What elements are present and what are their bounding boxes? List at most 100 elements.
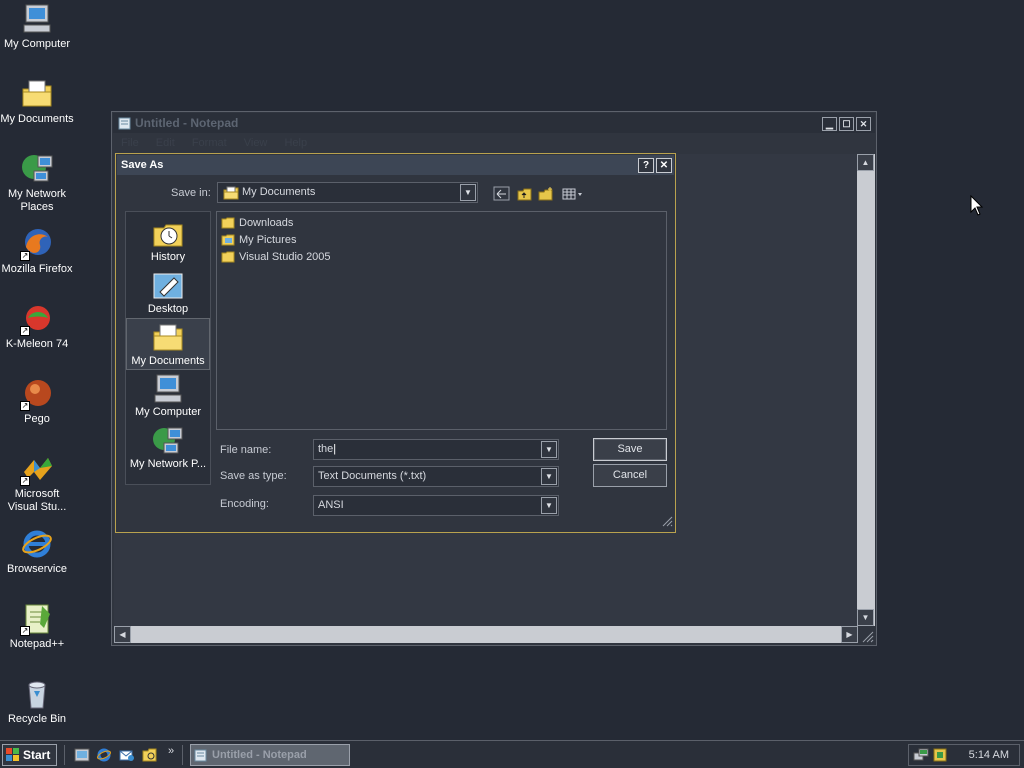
computer-icon [20, 2, 54, 36]
desktop-icon-network-places[interactable]: My Network Places [0, 152, 74, 214]
mouse-cursor-icon [970, 194, 984, 220]
save-button[interactable]: Save [593, 438, 667, 461]
place-label: My Computer [134, 406, 202, 418]
menu-help[interactable]: Help [284, 137, 307, 149]
up-folder-icon[interactable] [516, 186, 534, 202]
dialog-title: Save As [121, 159, 164, 171]
vertical-scrollbar[interactable]: ▲ ▼ [857, 154, 875, 626]
menu-format[interactable]: Format [192, 137, 227, 149]
save-in-dropdown[interactable]: My Documents ▼ [217, 182, 478, 203]
list-item[interactable]: My Pictures [221, 232, 296, 248]
taskbar-button-notepad[interactable]: Untitled - Notepad [190, 744, 350, 766]
save-as-type-label: Save as type: [220, 470, 287, 482]
notepad-titlebar[interactable]: Untitled - Notepad ▁ ☐ ✕ [113, 113, 875, 133]
desktop-icon-my-documents[interactable]: My Documents [0, 77, 74, 126]
save-as-type-dropdown[interactable]: Text Documents (*.txt) ▼ [313, 466, 559, 487]
desktop-icon-firefox[interactable]: ↗ Mozilla Firefox [0, 227, 74, 276]
file-name-value: the [318, 443, 334, 455]
scroll-down-icon[interactable]: ▼ [857, 609, 874, 626]
place-label: My Documents [131, 355, 205, 367]
desktop-icon-recycle-bin[interactable]: Recycle Bin [0, 677, 74, 726]
resize-grip-icon[interactable] [661, 515, 673, 530]
documents-folder-icon [20, 77, 54, 111]
scroll-right-icon[interactable]: ▶ [841, 626, 858, 643]
show-desktop-icon[interactable] [74, 747, 90, 763]
menu-view[interactable]: View [244, 137, 268, 149]
clock[interactable]: 5:14 AM [969, 745, 1009, 765]
documents-folder-icon [223, 186, 239, 207]
place-my-documents[interactable]: My Documents [126, 318, 210, 370]
place-my-computer[interactable]: My Computer [126, 370, 210, 422]
desktop-icon-label: Recycle Bin [7, 713, 67, 725]
file-name-field[interactable]: the| ▼ [313, 439, 559, 460]
menu-edit[interactable]: Edit [156, 137, 175, 149]
outlook-express-icon[interactable] [119, 747, 135, 763]
notepad-icon [118, 116, 132, 130]
desktop-icon-pego[interactable]: ↗ Pego [0, 377, 74, 426]
place-history[interactable]: History [126, 215, 210, 267]
chevron-down-icon[interactable]: ▼ [541, 441, 557, 458]
desktop-icon-label: My Computer [3, 38, 71, 50]
desktop-icon-browservice[interactable]: Browservice [0, 527, 74, 576]
file-name: Downloads [239, 217, 294, 229]
place-label: History [150, 251, 186, 263]
shortcut-arrow-icon: ↗ [20, 401, 30, 411]
documents-folder-icon [152, 322, 184, 354]
back-icon[interactable] [493, 186, 511, 202]
pego-icon: ↗ [20, 377, 54, 411]
desktop-icon-label: My Documents [0, 113, 74, 125]
chevron-down-icon[interactable]: ▼ [541, 468, 557, 485]
view-menu-icon[interactable] [562, 186, 586, 202]
new-folder-icon[interactable] [537, 186, 555, 202]
desktop-icon-visual-studio[interactable]: ↗ Microsoft Visual Stu... [0, 452, 74, 514]
place-my-network[interactable]: My Network P... [126, 422, 210, 474]
scroll-up-icon[interactable]: ▲ [857, 154, 874, 171]
close-button[interactable]: ✕ [856, 117, 871, 131]
list-item[interactable]: Visual Studio 2005 [221, 249, 331, 265]
shortcut-arrow-icon: ↗ [20, 326, 30, 336]
horizontal-scrollbar[interactable]: ◀ ▶ [114, 626, 858, 643]
shortcut-arrow-icon: ↗ [20, 626, 30, 636]
tray-app-icon[interactable] [932, 747, 948, 766]
file-name: My Pictures [239, 234, 297, 246]
menu-file[interactable]: File [121, 137, 139, 149]
chevron-down-icon[interactable]: ▼ [541, 497, 557, 514]
desktop-icon-notepad-plus[interactable]: ↗ Notepad++ [0, 602, 74, 651]
cancel-button[interactable]: Cancel [593, 464, 667, 487]
save-in-label: Save in: [171, 187, 211, 199]
shortcut-arrow-icon: ↗ [20, 251, 30, 261]
text-cursor: | [333, 443, 337, 455]
notepad-title: Untitled - Notepad [135, 116, 239, 130]
scroll-left-icon[interactable]: ◀ [114, 626, 131, 643]
save-as-type-value: Text Documents (*.txt) [318, 470, 427, 482]
chevron-down-icon[interactable]: ▼ [460, 184, 476, 201]
network-icon [152, 425, 184, 457]
place-desktop[interactable]: Desktop [126, 267, 210, 319]
save-as-dialog: Save As ? ✕ Save in: My Documents ▼ Hist… [115, 153, 676, 533]
minimize-button[interactable]: ▁ [822, 117, 837, 131]
internet-explorer-icon[interactable] [96, 747, 112, 763]
list-item[interactable]: Downloads [221, 215, 293, 231]
encoding-dropdown[interactable]: ANSI ▼ [313, 495, 559, 516]
resize-grip-icon[interactable] [860, 629, 874, 643]
file-list[interactable]: Downloads My Pictures Visual Studio 2005 [216, 211, 667, 430]
desktop-icon-my-computer[interactable]: My Computer [0, 2, 74, 51]
quick-launch-divider [64, 745, 66, 765]
encoding-label: Encoding: [220, 498, 269, 510]
search-folder-icon[interactable] [142, 747, 158, 763]
notepad-plus-icon: ↗ [20, 602, 54, 636]
help-button[interactable]: ? [638, 158, 654, 173]
notepad-menubar: File Edit Format View Help [113, 134, 875, 153]
network-tray-icon[interactable] [913, 747, 929, 766]
recycle-bin-icon [20, 677, 54, 711]
file-name: Visual Studio 2005 [239, 251, 331, 263]
dialog-titlebar[interactable]: Save As ? ✕ [117, 155, 674, 175]
desktop-icon-k-meleon[interactable]: ↗ K-Meleon 74 [0, 302, 74, 351]
dialog-close-button[interactable]: ✕ [656, 158, 672, 173]
taskbar-divider [182, 745, 184, 765]
start-button[interactable]: Start [2, 744, 57, 766]
file-name-label: File name: [220, 444, 272, 456]
chevron-right-icon[interactable]: » [168, 745, 174, 757]
maximize-button[interactable]: ☐ [839, 117, 854, 131]
computer-icon [152, 373, 184, 405]
